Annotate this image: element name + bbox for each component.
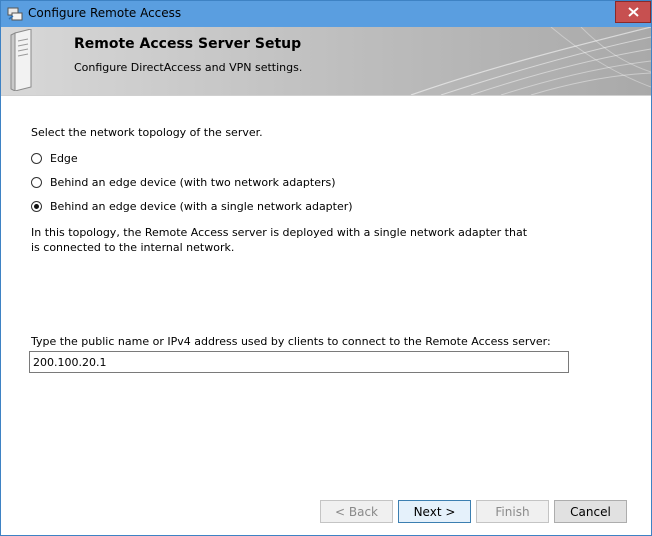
server-icon bbox=[10, 29, 32, 91]
radio-option-two-adapters[interactable]: Behind an edge device (with two network … bbox=[31, 174, 336, 190]
cancel-button[interactable]: Cancel bbox=[554, 500, 627, 523]
configure-remote-access-window: Configure Remote Access Remote Access Se… bbox=[0, 0, 652, 536]
radio-option-edge[interactable]: Edge bbox=[31, 150, 78, 166]
title-bar[interactable]: Configure Remote Access bbox=[1, 1, 651, 27]
topology-description: In this topology, the Remote Access serv… bbox=[31, 226, 528, 254]
banner-swirl-graphic bbox=[410, 27, 651, 95]
public-name-input[interactable] bbox=[29, 351, 569, 373]
close-button[interactable] bbox=[615, 1, 651, 23]
radio-button-two-adapters[interactable] bbox=[31, 176, 42, 188]
radio-option-single-adapter[interactable]: Behind an edge device (with a single net… bbox=[31, 198, 353, 214]
finish-button[interactable]: Finish bbox=[476, 500, 549, 523]
content-area: Select the network topology of the serve… bbox=[1, 95, 651, 488]
wizard-footer: < Back Next > Finish Cancel bbox=[1, 487, 651, 535]
public-name-label: Type the public name or IPv4 address use… bbox=[31, 335, 551, 348]
back-button[interactable]: < Back bbox=[320, 500, 393, 523]
window-title: Configure Remote Access bbox=[28, 6, 182, 20]
remote-access-app-icon bbox=[7, 7, 23, 21]
close-icon bbox=[628, 7, 639, 17]
page-title: Remote Access Server Setup bbox=[74, 36, 302, 52]
header-banner: Remote Access Server Setup Configure Dir… bbox=[1, 27, 651, 95]
next-button[interactable]: Next > bbox=[398, 500, 471, 523]
radio-button-edge[interactable] bbox=[31, 152, 42, 164]
radio-label-two-adapters: Behind an edge device (with two network … bbox=[50, 175, 336, 189]
topology-prompt: Select the network topology of the serve… bbox=[31, 126, 263, 139]
radio-label-single-adapter: Behind an edge device (with a single net… bbox=[50, 199, 353, 213]
page-subtitle: Configure DirectAccess and VPN settings. bbox=[74, 61, 303, 74]
radio-button-single-adapter[interactable] bbox=[31, 200, 42, 212]
radio-label-edge: Edge bbox=[50, 151, 78, 165]
